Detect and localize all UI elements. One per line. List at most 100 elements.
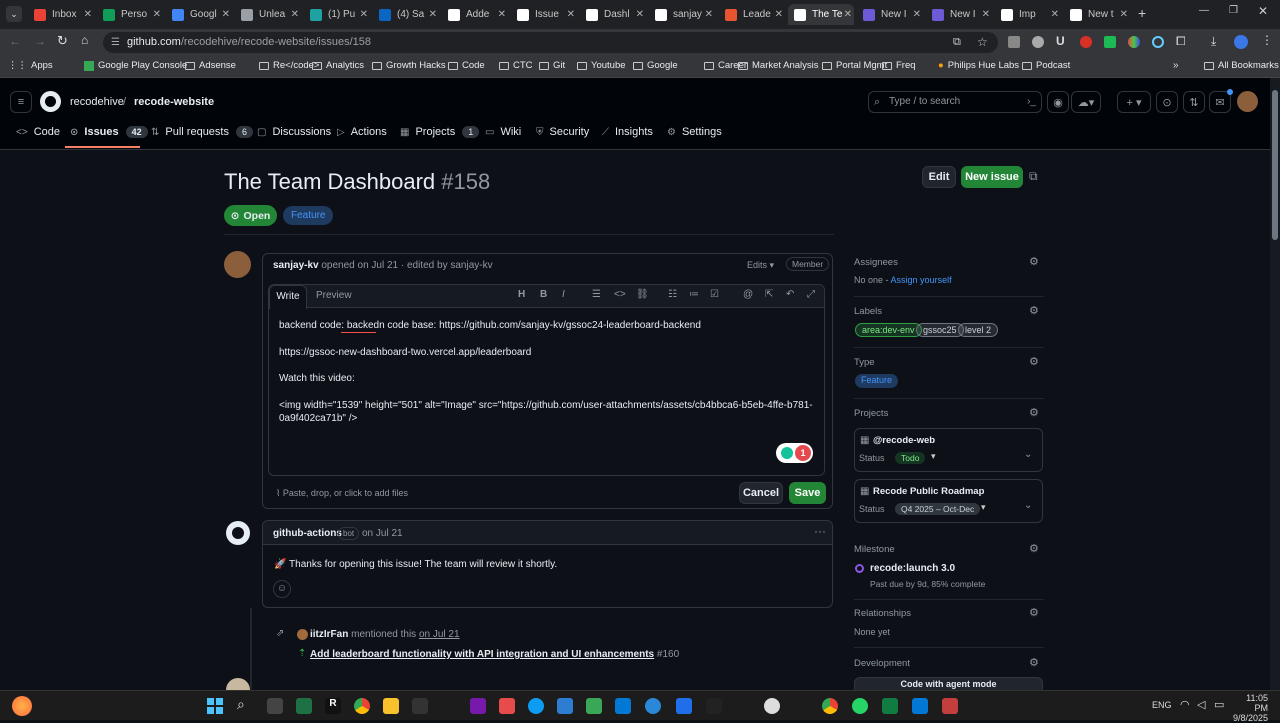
milestone-link[interactable]: recode:launch 3.0 [870,563,955,574]
close-window-icon[interactable]: ✕ [1258,4,1268,18]
taskbar-search-icon[interactable]: ⌕ [237,696,245,713]
project-name[interactable]: @recode-web [873,435,935,446]
edge-icon[interactable] [528,698,544,714]
close-tab-icon[interactable]: ✕ [360,9,368,20]
close-tab-icon[interactable]: ✕ [775,9,783,20]
heading-icon[interactable]: H [518,289,525,300]
bookmark-item[interactable]: Freq [882,60,916,71]
app-icon[interactable] [499,698,515,714]
bookmark-star-icon[interactable]: ☆ [977,32,988,53]
editor-line[interactable]: backend code: backedn code base: https:/… [279,320,701,331]
close-tab-icon[interactable]: ✕ [291,9,299,20]
numbered-list-icon[interactable]: ≔ [689,289,699,300]
extension-icon[interactable] [1080,36,1092,48]
all-bookmarks[interactable]: All Bookmarks [1204,60,1279,71]
mention-user-avatar[interactable] [297,629,308,640]
repo-owner-link[interactable]: recodehive [70,96,124,108]
browser-tab[interactable]: Googl ✕ [166,4,232,25]
bookmark-item[interactable]: Analytics [312,60,364,71]
copilot-icon[interactable]: ◉ [1047,91,1069,113]
browser-tab[interactable]: sanjay ✕ [649,4,715,25]
chevron-down-icon[interactable]: ⌄ [1024,500,1032,511]
site-info-icon[interactable]: ☰ [111,32,120,53]
browser-tab[interactable]: New t ✕ [1064,4,1130,25]
battery-icon[interactable]: ▭ [1214,698,1224,711]
browser-tab[interactable]: The Te ✕ [788,4,854,25]
cancel-button[interactable]: Cancel [739,482,783,504]
chrome-icon[interactable] [822,698,838,714]
terminal-icon[interactable] [706,698,722,714]
excel-icon[interactable] [882,698,898,714]
editor-line[interactable]: <img width="1539" height="501" alt="Imag… [279,400,813,411]
assign-yourself-link[interactable]: Assign yourself [891,275,952,285]
browser-tab[interactable]: Adde ✕ [442,4,508,25]
task-view-icon[interactable] [267,698,283,714]
editor-line[interactable]: Watch this video: [279,373,355,384]
language-indicator[interactable]: ENG [1152,700,1172,710]
tab-wiki[interactable]: ▭ Wiki [485,126,521,138]
bookmark-item[interactable]: Market Analysis [738,60,819,71]
chevron-down-icon[interactable]: ⌄ [1024,449,1032,460]
save-button[interactable]: Save [789,482,826,504]
extension-icon[interactable] [1008,36,1020,48]
project-card[interactable]: ▦ @recode-web Status Todo ▾ ⌄ [854,428,1043,472]
browser-tab[interactable]: Imp ✕ [995,4,1061,25]
reference-icon[interactable]: ⇱ [765,289,773,300]
close-tab-icon[interactable]: ✕ [982,9,990,20]
tab-pull-requests[interactable]: ⇅ Pull requests 6 [151,126,253,138]
project-name[interactable]: Recode Public Roadmap [873,486,984,497]
app-icon[interactable] [764,698,780,714]
forward-icon[interactable]: → [34,34,46,48]
app-icon[interactable] [942,698,958,714]
bookmark-item[interactable]: ● Philips Hue Labs [938,60,1019,71]
link-icon[interactable]: ⛓ [636,289,649,300]
bookmark-item[interactable]: Git [539,60,565,71]
task-list-icon[interactable]: ☑ [710,289,719,300]
new-tab-plus-icon[interactable]: + [1138,5,1146,21]
editor-line[interactable]: 0a9f402ca71b" /> [279,413,357,424]
close-tab-icon[interactable]: ✕ [84,9,92,20]
tab-issues[interactable]: ⊙ Issues 42 [70,126,148,138]
repo-name-link[interactable]: recode-website [134,96,214,108]
add-reaction-icon[interactable]: ☺ [273,580,291,598]
edit-title-button[interactable]: Edit [922,166,956,188]
close-tab-icon[interactable]: ✕ [636,9,644,20]
preview-tab[interactable]: Preview [316,290,352,301]
mention-user-link[interactable]: iitzIrFan [310,629,348,640]
bookmark-item[interactable]: Adsense [185,60,236,71]
github-actions-avatar[interactable] [226,521,250,545]
close-tab-icon[interactable]: ✕ [1051,9,1059,20]
author-link[interactable]: sanjay-kv [273,260,319,271]
app-icon[interactable] [912,698,928,714]
label-badge[interactable]: level 2 [958,323,999,337]
mention-icon[interactable]: @ [743,289,753,300]
label-badge[interactable]: gssoc25 [916,323,964,337]
app-icon[interactable] [645,698,661,714]
command-palette-icon[interactable]: ›_ [1027,92,1036,112]
app-icon[interactable]: R [325,698,341,714]
extension-icon[interactable] [1128,36,1140,48]
undo-reply-icon[interactable]: ↶ [786,289,794,300]
code-with-agent-button[interactable]: Code with agent mode [854,677,1043,690]
browser-tab[interactable]: (4) Sa ✕ [373,4,439,25]
bookmark-item[interactable]: Youtube [577,60,626,71]
status-dropdown-icon[interactable]: ▾ [931,451,936,462]
mention-pr-number[interactable]: #160 [657,649,679,660]
relationships-gear-icon[interactable]: ⚙ [1029,606,1039,619]
tab-discussions[interactable]: ▢ Discussions [257,126,331,138]
milestone-gear-icon[interactable]: ⚙ [1029,542,1039,555]
app-icon[interactable] [615,698,631,714]
issue-type-badge[interactable]: Feature [283,206,334,225]
back-icon[interactable]: ← [9,34,21,48]
bookmark-item[interactable]: Re</code> [259,60,319,71]
browser-tab[interactable]: New I ✕ [926,4,992,25]
projects-gear-icon[interactable]: ⚙ [1029,406,1039,419]
page-scrollbar[interactable] [1270,78,1280,690]
hamburger-menu-icon[interactable]: ≡ [10,91,32,113]
close-tab-icon[interactable]: ✕ [913,9,921,20]
pull-requests-icon[interactable]: ⇅ [1183,91,1205,113]
close-tab-icon[interactable]: ✕ [844,9,852,20]
search-input[interactable]: ⌕ Type / to search ›_ [868,91,1042,113]
reload-icon[interactable]: ↻ [57,33,68,49]
create-new-icon[interactable]: + ▾ [1117,91,1151,113]
